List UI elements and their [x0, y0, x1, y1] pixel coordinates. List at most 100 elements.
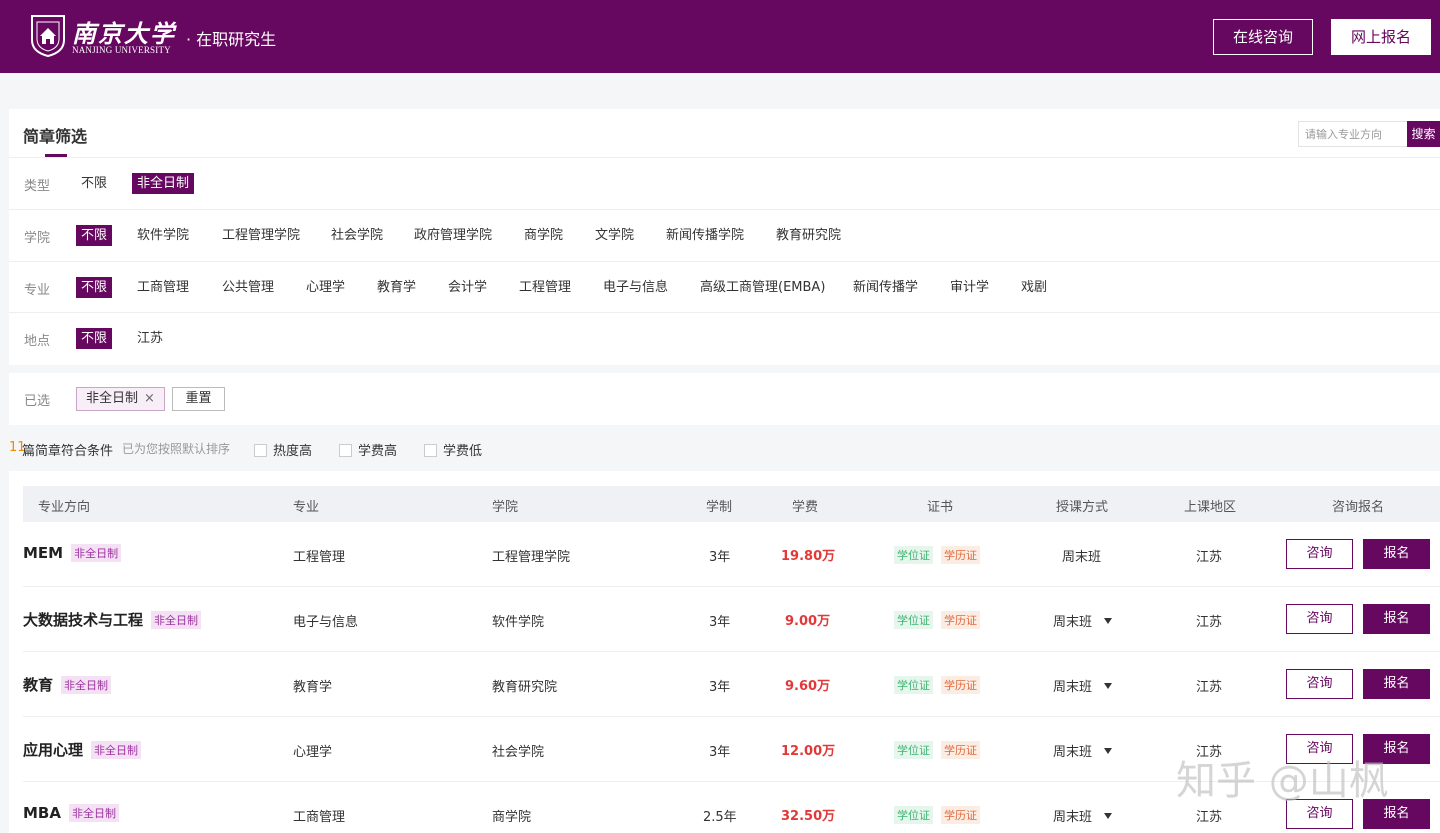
- years-cell: 3年: [709, 745, 731, 760]
- apply-button[interactable]: 报名: [1363, 539, 1430, 569]
- college-option-journalism[interactable]: 新闻传播学院: [661, 225, 749, 246]
- selected-label: 已选: [24, 394, 51, 409]
- major-option-emba[interactable]: 高级工商管理(EMBA): [695, 277, 830, 298]
- program-name: 大数据技术与工程 非全日制: [23, 609, 202, 630]
- consult-button[interactable]: 咨询: [1286, 669, 1353, 699]
- major-cell: 教育学: [293, 680, 333, 695]
- column-header-major: 专业: [293, 500, 320, 515]
- years-cell: 3年: [709, 680, 731, 695]
- logo-english: NANJING UNIVERSITY: [72, 45, 171, 55]
- degree-cert-tag: 学位证: [894, 611, 933, 629]
- consult-button[interactable]: 咨询: [1286, 539, 1353, 569]
- apply-button[interactable]: 报名: [1363, 604, 1430, 634]
- location-option-any[interactable]: 不限: [76, 328, 113, 349]
- major-option-education[interactable]: 教育学: [372, 277, 421, 298]
- fee-cell: 12.00万: [781, 744, 836, 759]
- region-cell: 江苏: [1196, 810, 1223, 825]
- college-cell: 教育研究院: [492, 680, 558, 695]
- fee-cell: 32.50万: [781, 809, 836, 824]
- program-name-text: MBA: [23, 804, 61, 822]
- major-option-public-admin[interactable]: 公共管理: [217, 277, 279, 298]
- filter-label-location: 地点: [24, 334, 51, 349]
- diploma-cert-tag: 学历证: [941, 611, 980, 629]
- diploma-cert-tag: 学历证: [941, 676, 980, 694]
- search-button[interactable]: 搜索: [1407, 121, 1440, 147]
- degree-cert-tag: 学位证: [894, 546, 933, 564]
- consult-button[interactable]: 咨询: [1286, 799, 1353, 829]
- checkbox-icon[interactable]: [254, 444, 267, 457]
- college-option-engineering-management[interactable]: 工程管理学院: [217, 225, 305, 246]
- reset-button[interactable]: 重置: [172, 387, 225, 411]
- sort-hint: 已为您按照默认排序: [122, 442, 231, 456]
- teaching-dropdown[interactable]: 周末班: [1053, 676, 1113, 695]
- sort-option-fee-low[interactable]: 学费低: [424, 440, 482, 459]
- diploma-cert-tag: 学历证: [941, 741, 980, 759]
- filter-label-major: 专业: [24, 283, 51, 298]
- program-name: MBA 非全日制: [23, 804, 119, 822]
- study-mode-tag: 非全日制: [151, 611, 202, 629]
- college-cell: 工程管理学院: [492, 550, 571, 565]
- major-option-any[interactable]: 不限: [76, 277, 113, 298]
- college-cell: 社会学院: [492, 745, 545, 760]
- caret-down-icon[interactable]: [1104, 618, 1113, 624]
- search-input[interactable]: [1298, 121, 1408, 147]
- university-seal-icon: [31, 15, 65, 58]
- major-option-engineering-management[interactable]: 工程管理: [514, 277, 576, 298]
- teaching-dropdown[interactable]: 周末班: [1053, 611, 1113, 630]
- online-apply-button[interactable]: 网上报名: [1331, 19, 1431, 55]
- divider: [9, 261, 1440, 262]
- degree-cert-tag: 学位证: [894, 741, 933, 759]
- caret-down-icon[interactable]: [1104, 813, 1113, 819]
- teaching-dropdown[interactable]: 周末班: [1053, 741, 1113, 760]
- college-option-education[interactable]: 教育研究院: [771, 225, 846, 246]
- sort-option-fee-high[interactable]: 学费高: [339, 440, 397, 459]
- study-mode-tag: 非全日制: [61, 676, 112, 694]
- study-mode-tag: 非全日制: [68, 804, 119, 822]
- college-option-social[interactable]: 社会学院: [326, 225, 388, 246]
- major-option-journalism[interactable]: 新闻传播学: [848, 277, 923, 298]
- filter-panel: 简章筛选 搜索 类型 不限 非全日制 学院 不限 软件学院 工程管理学院 社会学…: [9, 109, 1440, 365]
- consult-button[interactable]: 咨询: [1286, 734, 1353, 764]
- college-option-any[interactable]: 不限: [76, 225, 113, 246]
- online-consult-button[interactable]: 在线咨询: [1213, 19, 1313, 55]
- apply-button[interactable]: 报名: [1363, 734, 1430, 764]
- caret-down-icon[interactable]: [1104, 748, 1113, 754]
- college-option-government[interactable]: 政府管理学院: [409, 225, 497, 246]
- program-table: 专业方向 专业 学院 学制 学费 证书 授课方式 上课地区 咨询报名 MEM 非全…: [9, 471, 1440, 833]
- major-option-audit[interactable]: 审计学: [945, 277, 994, 298]
- apply-button[interactable]: 报名: [1363, 799, 1430, 829]
- table-header: 专业方向 专业 学院 学制 学费 证书 授课方式 上课地区 咨询报名: [23, 486, 1440, 522]
- major-option-drama[interactable]: 戏剧: [1016, 277, 1052, 298]
- major-option-business-admin[interactable]: 工商管理: [132, 277, 194, 298]
- college-option-literature[interactable]: 文学院: [590, 225, 639, 246]
- college-option-software[interactable]: 软件学院: [132, 225, 194, 246]
- checkbox-icon[interactable]: [339, 444, 352, 457]
- teaching-dropdown[interactable]: 周末班: [1053, 806, 1113, 825]
- college-cell: 商学院: [492, 810, 532, 825]
- divider: [9, 312, 1440, 313]
- top-header: 南京大学 NANJING UNIVERSITY · 在职研究生 在线咨询 网上报…: [0, 0, 1440, 73]
- college-option-business[interactable]: 商学院: [519, 225, 568, 246]
- major-option-psychology[interactable]: 心理学: [301, 277, 350, 298]
- location-option-jiangsu[interactable]: 江苏: [132, 328, 168, 349]
- region-cell: 江苏: [1196, 745, 1223, 760]
- consult-button[interactable]: 咨询: [1286, 604, 1353, 634]
- checkbox-icon[interactable]: [424, 444, 437, 457]
- major-option-electronics[interactable]: 电子与信息: [598, 277, 673, 298]
- type-option-part-time[interactable]: 非全日制: [132, 173, 195, 194]
- teaching-value: 周末班: [1053, 745, 1093, 760]
- apply-button[interactable]: 报名: [1363, 669, 1430, 699]
- major-option-accounting[interactable]: 会计学: [443, 277, 492, 298]
- selected-chip[interactable]: 非全日制 ×: [76, 387, 165, 411]
- filter-label-college: 学院: [24, 231, 51, 246]
- result-count-text: 篇简章符合条件: [22, 444, 114, 459]
- close-icon[interactable]: ×: [144, 391, 155, 406]
- study-mode-tag: 非全日制: [91, 741, 142, 759]
- sort-option-popularity[interactable]: 热度高: [254, 440, 312, 459]
- caret-down-icon[interactable]: [1104, 683, 1113, 689]
- years-cell: 2.5年: [703, 810, 737, 825]
- major-cell: 工商管理: [293, 810, 346, 825]
- program-name: 应用心理 非全日制: [23, 739, 142, 760]
- sort-option-label: 学费低: [443, 444, 483, 459]
- type-option-any[interactable]: 不限: [76, 173, 112, 194]
